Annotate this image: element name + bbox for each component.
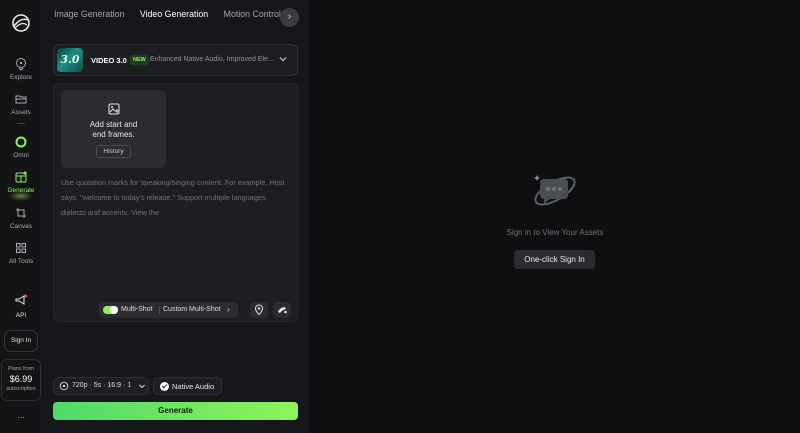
prompt-editor: Add start and end frames. History Use qu… [53, 83, 298, 322]
model-name: VIDEO 3.0 [91, 56, 127, 65]
output-settings-dropdown[interactable]: 720p · 5s · 16:9 · 1 [53, 377, 149, 395]
nav-item-all-tools[interactable]: All Tools [0, 241, 42, 265]
model-description: Enhanced Native Audio, Improved Ele... [150, 56, 274, 63]
location-pin-icon [254, 304, 264, 316]
audio-effect-button[interactable] [273, 302, 291, 318]
add-image-icon [108, 103, 119, 115]
one-click-sign-in-button[interactable]: One-click Sign In [514, 250, 595, 269]
plans-subscription: subscription [6, 386, 36, 392]
nav-label: All Tools [8, 258, 34, 265]
location-button[interactable] [250, 302, 268, 318]
multi-shot-control[interactable]: Multi-Shot Custom Multi-Shot › [99, 302, 238, 318]
nav-item-omni[interactable]: Omni [0, 135, 42, 159]
generate-icon [15, 171, 27, 183]
nav-rail: Explore Assets Omni Generate [0, 0, 42, 433]
new-badge: NEW [130, 55, 149, 65]
chevron-right-icon: › [227, 305, 230, 314]
divider [159, 306, 160, 314]
settings-circle-icon [59, 381, 69, 391]
nav-item-canvas[interactable]: Canvas [0, 206, 42, 230]
native-audio-label: Native Audio [172, 382, 215, 391]
tabs-next-button[interactable]: › [280, 8, 299, 27]
nav-label: Explore [9, 74, 33, 81]
omni-ring-icon [15, 136, 27, 148]
plans-promo[interactable]: Plans from $6.99 subscription [1, 359, 41, 401]
compass-icon [16, 58, 26, 71]
multi-shot-toggle[interactable] [103, 306, 118, 314]
tab-image-generation[interactable]: Image Generation [54, 9, 124, 19]
model-thumbnail: 3.0 [57, 48, 83, 72]
nav-item-assets[interactable]: Assets [0, 92, 42, 116]
frames-upload[interactable]: Add start and end frames. History [61, 90, 166, 168]
check-icon [160, 382, 169, 391]
nav-item-api[interactable]: API [0, 293, 42, 319]
tab-bar: Image Generation Video Generation Motion… [54, 9, 294, 25]
app-logo-icon[interactable] [11, 13, 31, 33]
canvas-icon [16, 208, 26, 218]
nav-label: Omni [13, 152, 29, 159]
generate-button[interactable]: Generate [53, 402, 298, 420]
more-menu-button[interactable]: ... [0, 410, 42, 420]
history-button[interactable]: History [96, 145, 131, 158]
output-settings-summary: 720p · 5s · 16:9 · 1 [72, 382, 132, 389]
model-selector[interactable]: 3.0 VIDEO 3.0 NEW Enhanced Native Audio,… [53, 44, 298, 76]
folder-icon [15, 95, 27, 104]
frames-line1: Add start and [89, 120, 138, 129]
nav-label: Canvas [9, 223, 33, 230]
assets-area: Sign in to View Your Assets One-click Si… [310, 0, 800, 433]
plans-label: Plans from [7, 366, 35, 372]
nav-divider [17, 123, 25, 124]
tab-motion-control[interactable]: Motion Control [224, 9, 281, 19]
wand-icon [278, 307, 287, 314]
chevron-right-icon: › [287, 11, 292, 22]
sign-in-button[interactable]: Sign In [4, 330, 38, 352]
frames-line2: end frames. [92, 130, 135, 139]
multi-shot-label: Multi-Shot [121, 306, 153, 313]
megaphone-icon [15, 294, 27, 305]
chevron-down-icon [139, 384, 145, 389]
grid-icon [16, 243, 26, 253]
empty-assets-message: Sign in to View Your Assets [506, 228, 604, 237]
generation-panel: Image Generation Video Generation Motion… [43, 0, 310, 433]
nav-label: API [15, 312, 27, 319]
chat-planet-icon [534, 175, 576, 206]
tab-video-generation[interactable]: Video Generation [140, 9, 208, 19]
nav-label: Assets [11, 109, 31, 116]
native-audio-toggle[interactable]: Native Audio [153, 377, 222, 395]
prompt-input[interactable]: Use quotation marks for speaking/singing… [61, 175, 291, 220]
chevron-down-icon [279, 57, 287, 62]
custom-multi-shot-button[interactable]: Custom Multi-Shot [163, 306, 221, 313]
active-indicator [9, 191, 33, 201]
plans-price: $6.99 [9, 374, 33, 384]
nav-item-explore[interactable]: Explore [0, 57, 42, 81]
